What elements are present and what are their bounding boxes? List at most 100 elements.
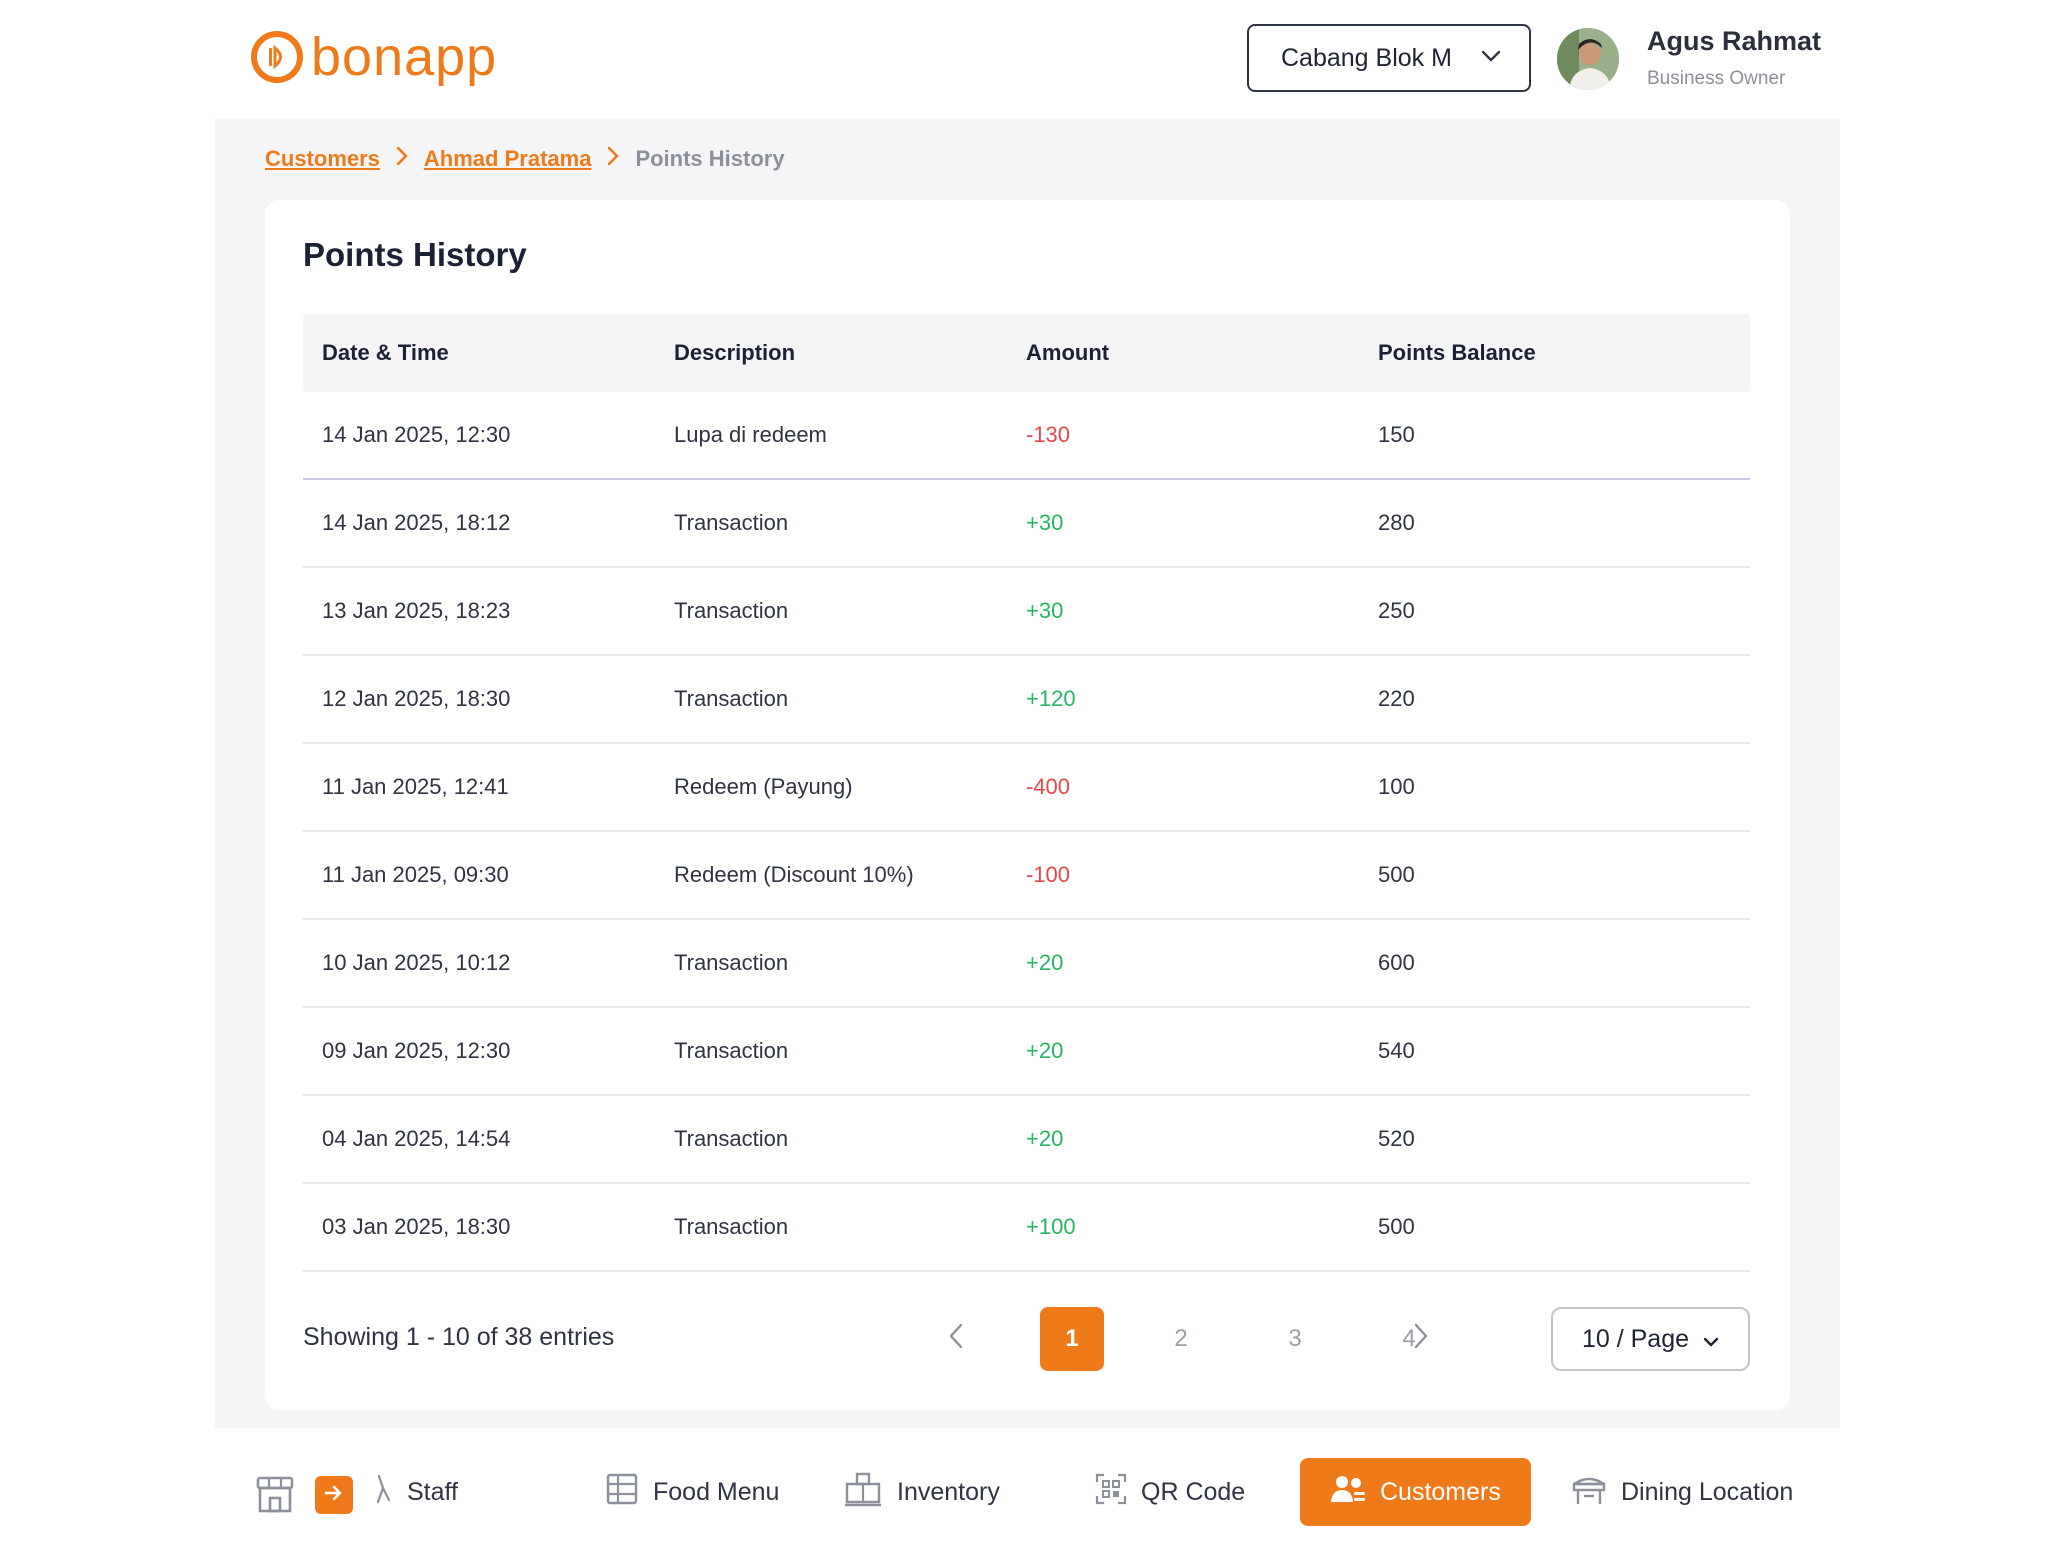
table-row: 09 Jan 2025, 12:30 Transaction +20 540 xyxy=(303,1008,1750,1096)
cell-amount: +30 xyxy=(1026,510,1064,535)
breadcrumb-customer-name[interactable]: Ahmad Pratama xyxy=(424,146,592,172)
cell-datetime: 14 Jan 2025, 12:30 xyxy=(322,422,511,447)
cell-amount: +20 xyxy=(1026,950,1064,975)
cell-description: Transaction xyxy=(674,1214,789,1239)
logo-mark-icon xyxy=(251,31,303,83)
table-row: 11 Jan 2025, 12:41 Redeem (Payung) -400 … xyxy=(303,744,1750,832)
nav-item-inventory[interactable]: Inventory xyxy=(843,1458,1000,1526)
dining-location-icon xyxy=(1571,1472,1607,1513)
brand-logo[interactable]: bonapp xyxy=(251,28,497,86)
cell-description: Transaction xyxy=(674,950,789,975)
cell-datetime: 09 Jan 2025, 12:30 xyxy=(322,1038,511,1063)
branch-selector[interactable]: Cabang Blok M xyxy=(1247,24,1531,92)
cell-description: Redeem (Discount 10%) xyxy=(674,862,914,887)
arrow-right-icon xyxy=(323,1482,345,1509)
cell-description: Lupa di redeem xyxy=(674,422,827,447)
nav-item-customers[interactable]: Customers xyxy=(1300,1458,1531,1526)
cell-balance: 600 xyxy=(1378,950,1415,975)
chevron-right-icon xyxy=(607,146,619,172)
cell-amount: +20 xyxy=(1026,1038,1064,1063)
nav-item-qr-code[interactable]: QR Code xyxy=(1095,1458,1245,1526)
cell-balance: 540 xyxy=(1378,1038,1415,1063)
nav-item-food-menu[interactable]: Food Menu xyxy=(605,1458,779,1526)
cell-balance: 500 xyxy=(1378,1214,1415,1239)
table-row: 13 Jan 2025, 18:23 Transaction +30 250 xyxy=(303,568,1750,656)
cell-amount: +100 xyxy=(1026,1214,1076,1239)
cell-description: Transaction xyxy=(674,686,789,711)
chevron-right-icon xyxy=(396,146,408,172)
table-row: 03 Jan 2025, 18:30 Transaction +100 500 xyxy=(303,1184,1750,1272)
cell-balance: 150 xyxy=(1378,422,1415,447)
user-name: Agus Rahmat xyxy=(1647,26,1822,56)
app-shell: bonapp Cabang Blok M Agus Rahmat Busines… xyxy=(215,0,1840,1550)
nav-item-staff[interactable]: Staff xyxy=(375,1458,458,1526)
page-size-value: 10 / Page xyxy=(1581,1324,1690,1353)
staff-icon xyxy=(375,1472,393,1513)
cell-datetime: 14 Jan 2025, 18:12 xyxy=(322,510,511,535)
cell-datetime: 11 Jan 2025, 12:41 xyxy=(322,774,509,799)
table-row: 11 Jan 2025, 09:30 Redeem (Discount 10%)… xyxy=(303,832,1750,920)
table-row: 12 Jan 2025, 18:30 Transaction +120 220 xyxy=(303,656,1750,744)
top-header: bonapp Cabang Blok M Agus Rahmat Busines… xyxy=(215,0,1840,119)
branch-selector-value: Cabang Blok M xyxy=(1281,43,1452,72)
cell-datetime: 10 Jan 2025, 10:12 xyxy=(322,950,511,975)
points-history-table: Date & Time Description Amount Points Ba… xyxy=(303,314,1750,1272)
cell-amount: +20 xyxy=(1026,1126,1064,1151)
cell-amount: -400 xyxy=(1026,774,1071,799)
pagination: Showing 1 - 10 of 38 entries 1 2 3 4 10 … xyxy=(303,1307,1750,1371)
table-row: 04 Jan 2025, 14:54 Transaction +20 520 xyxy=(303,1096,1750,1184)
chevron-down-icon xyxy=(1481,49,1501,67)
cell-datetime: 11 Jan 2025, 09:30 xyxy=(322,862,509,887)
table-row: 14 Jan 2025, 18:12 Transaction +30 280 xyxy=(303,480,1750,568)
cell-balance: 520 xyxy=(1378,1126,1415,1151)
nav-label: Dining Location xyxy=(1621,1477,1794,1506)
cell-datetime: 03 Jan 2025, 18:30 xyxy=(322,1214,511,1239)
inventory-icon xyxy=(843,1470,883,1515)
nav-item-dining-location[interactable]: Dining Location xyxy=(1571,1458,1793,1526)
cell-balance: 280 xyxy=(1378,510,1415,535)
cell-balance: 500 xyxy=(1378,862,1415,887)
chevron-down-icon xyxy=(1703,1325,1719,1354)
cell-balance: 250 xyxy=(1378,598,1415,623)
cell-description: Transaction xyxy=(674,1126,789,1151)
nav-label: Inventory xyxy=(897,1477,1000,1506)
page-size-select[interactable]: 10 / Page xyxy=(1551,1307,1750,1371)
table-row: 14 Jan 2025, 12:30 Lupa di redeem -130 1… xyxy=(303,392,1750,480)
page-button-3[interactable]: 3 xyxy=(1263,1307,1327,1371)
breadcrumb-current: Points History xyxy=(635,146,785,171)
user-role: Business Owner xyxy=(1647,68,1786,89)
nav-label: Staff xyxy=(407,1477,458,1506)
cell-description: Redeem (Payung) xyxy=(674,774,853,799)
customers-icon xyxy=(1330,1474,1366,1511)
column-header-datetime: Date & Time xyxy=(322,340,449,365)
page-title: Points History xyxy=(303,236,527,273)
cell-amount: -100 xyxy=(1026,862,1071,887)
cell-amount: -130 xyxy=(1026,422,1071,447)
user-avatar[interactable] xyxy=(1557,28,1619,90)
breadcrumb-customers[interactable]: Customers xyxy=(265,146,380,172)
menu-grid-icon xyxy=(605,1472,639,1513)
chevron-right-icon xyxy=(1414,1323,1428,1354)
next-page-button[interactable] xyxy=(1404,1321,1438,1355)
page-button-2[interactable]: 2 xyxy=(1149,1307,1213,1371)
nav-label: Customers xyxy=(1380,1477,1501,1506)
entries-summary: Showing 1 - 10 of 38 entries xyxy=(303,1323,615,1351)
column-header-balance: Points Balance xyxy=(1378,340,1536,365)
cell-description: Transaction xyxy=(674,598,789,623)
qr-code-icon xyxy=(1095,1473,1127,1512)
points-history-card: Points History Date & Time Description A… xyxy=(265,200,1790,1410)
store-icon[interactable] xyxy=(255,1474,295,1519)
cell-datetime: 13 Jan 2025, 18:23 xyxy=(322,598,511,623)
cell-datetime: 12 Jan 2025, 18:30 xyxy=(322,686,511,711)
cell-datetime: 04 Jan 2025, 14:54 xyxy=(322,1126,511,1151)
column-header-description: Description xyxy=(674,340,796,365)
prev-page-button[interactable] xyxy=(939,1321,973,1355)
collapse-toggle-button[interactable] xyxy=(315,1476,353,1514)
table-row: 10 Jan 2025, 10:12 Transaction +20 600 xyxy=(303,920,1750,1008)
page-button-1[interactable]: 1 xyxy=(1040,1307,1104,1371)
cell-description: Transaction xyxy=(674,510,789,535)
cell-amount: +120 xyxy=(1026,686,1076,711)
cell-description: Transaction xyxy=(674,1038,789,1063)
logo-text: bonapp xyxy=(311,27,498,87)
breadcrumb: Customers Ahmad Pratama Points History xyxy=(265,146,785,172)
